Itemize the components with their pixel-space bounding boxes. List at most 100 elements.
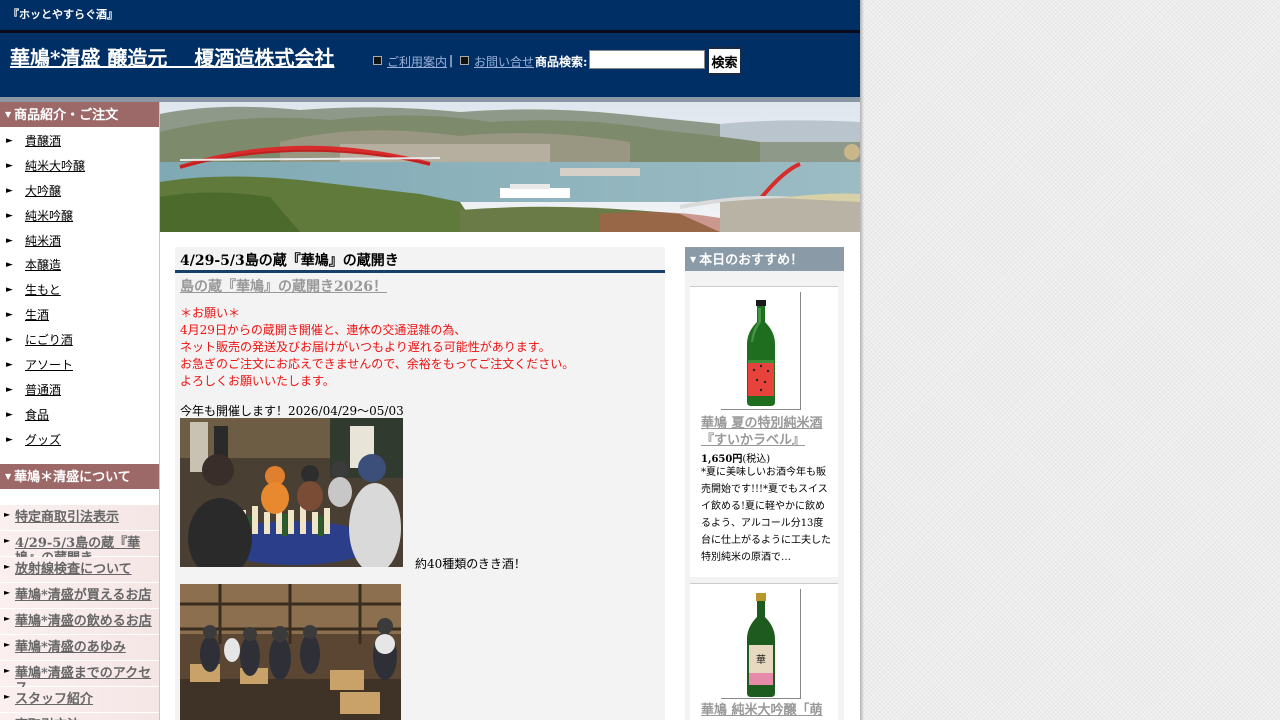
product-category-link[interactable]: 本醸造 — [25, 256, 61, 274]
arrow-right-icon: ► — [6, 409, 13, 420]
arrow-right-icon: ► — [4, 640, 11, 649]
arrow-right-icon: ► — [6, 260, 13, 271]
product-category-link[interactable]: 純米吟醸 — [25, 207, 73, 225]
product-category-item: ► にごり酒 — [0, 331, 159, 356]
contact-link[interactable]: お問い合せ — [460, 53, 534, 70]
product-category-item: ► 貴醸酒 — [0, 132, 159, 157]
product-category-item: ► アソート — [0, 356, 159, 381]
product-category-link[interactable]: 普通酒 — [25, 381, 61, 399]
about-link[interactable]: 華鳩*清盛のあゆみ — [15, 640, 158, 655]
arrow-right-icon: ► — [6, 434, 13, 445]
product-category-link[interactable]: グッズ — [25, 431, 61, 449]
tasting-caption: 約40種類のきき酒！ — [415, 557, 526, 571]
arrow-right-icon: ► — [6, 160, 13, 171]
notice-line: ネット販売の発送及びお届けがいつもより遅れる可能性があります。 — [180, 340, 551, 354]
product-category-link[interactable]: 生もと — [25, 281, 61, 299]
arrow-right-icon: ► — [6, 235, 13, 246]
product-category-item: ► グッズ — [0, 431, 159, 456]
arrow-right-icon: ► — [4, 666, 11, 675]
recommend-card: 華鳩 夏の特別純米酒『すいかラベル』 1,650円(税込) *夏に美味しいお酒今… — [690, 286, 838, 577]
products-heading-label: 商品紹介・ご注文 — [14, 108, 119, 123]
about-item: ► 華鳩*清盛が買えるお店 — [0, 583, 159, 609]
arrow-right-icon: ► — [6, 310, 13, 321]
header: 華鳩*清盛 醸造元 榎酒造株式会社 ご利用案内 | お問い合せ 商品検索: 検索 — [0, 33, 860, 97]
about-link[interactable]: 華鳩*清盛の飲めるお店 — [15, 614, 158, 629]
arrow-right-icon: ► — [6, 136, 13, 146]
product-category-item: ► 純米大吟醸 — [0, 157, 159, 182]
brewery-photo — [180, 584, 401, 720]
tagline: 『ホッとやすらぐ酒』 — [8, 8, 118, 21]
guide-link[interactable]: ご利用案内 — [373, 53, 447, 70]
contact-link-label: お問い合せ — [474, 55, 535, 69]
product-category-item: ► 純米酒 — [0, 232, 159, 257]
about-item: ► スタッフ紹介 — [0, 687, 159, 713]
contact-bullet-icon — [460, 56, 469, 65]
notice-line: ＊お願い＊ — [180, 306, 241, 320]
arrow-right-icon: ► — [4, 692, 11, 701]
notice-line: よろしくお願いいたします。 — [180, 374, 335, 388]
search-input[interactable] — [589, 50, 705, 69]
product-list: ► 貴醸酒 ► 純米大吟醸 ► 大吟醸 ► 純米吟醸 ► 純米酒 ► 本醸造 ► 生もと ► 生酒 ► にごり酒 ►… — [0, 132, 159, 456]
triangle-down-icon: ▼ — [690, 254, 697, 264]
product-category-link[interactable]: 食品 — [25, 406, 49, 424]
banner-image — [160, 102, 860, 232]
triangle-down-icon: ▼ — [5, 471, 12, 481]
notice-line: 4月29日からの蔵開き開催と、連休の交通混雑の為、 — [180, 323, 467, 337]
tasting-photo — [180, 418, 403, 567]
arrow-right-icon: ► — [4, 614, 11, 623]
product-category-link[interactable]: 貴醸酒 — [25, 132, 61, 150]
recommend-heading: ▼ 本日のおすすめ！ — [685, 247, 844, 271]
arrow-right-icon: ► — [4, 588, 11, 597]
about-item: ► 特定商取引法表示 — [0, 505, 159, 531]
product-image-link[interactable]: 華 — [721, 589, 801, 699]
arrow-right-icon: ► — [4, 536, 11, 545]
product-category-item: ► 食品 — [0, 406, 159, 431]
guide-link-label: ご利用案内 — [387, 55, 448, 69]
article-title-rule — [175, 270, 665, 273]
product-category-link[interactable]: 大吟醸 — [25, 182, 61, 200]
search-label: 商品検索: — [535, 55, 588, 69]
product-description: *夏に美味しいお酒今年も販売開始です!!!*夏でもスイスイ飲める!夏に軽やかに飲… — [701, 467, 831, 563]
search-button[interactable]: 検索 — [707, 47, 742, 75]
arrow-right-icon: ► — [6, 360, 13, 371]
recommend-card: 華 華鳩 純米大吟醸「萌え — [690, 583, 838, 720]
site-title-link[interactable]: 華鳩*清盛 醸造元 榎酒造株式会社 — [10, 42, 334, 71]
page: 『ホッとやすらぐ酒』 華鳩*清盛 醸造元 榎酒造株式会社 ご利用案内 | お問い… — [0, 0, 860, 720]
recommend-heading-label: 本日のおすすめ！ — [699, 253, 804, 268]
article: 4/29-5/3島の蔵『華鳩』の蔵開き 島の蔵『華鳩』の蔵開き2026！ ＊お願… — [175, 247, 665, 720]
product-name-link[interactable]: 華鳩 夏の特別純米酒『すいかラベル』 — [701, 415, 831, 449]
header-separator: | — [449, 53, 454, 67]
about-item: ► 華鳩*清盛の飲めるお店 — [0, 609, 159, 635]
top-strip: 『ホッとやすらぐ酒』 — [0, 0, 860, 30]
about-item: ►華鳩*清盛までのアクセス — [0, 661, 159, 696]
product-category-link[interactable]: 純米酒 — [25, 232, 61, 250]
product-category-link[interactable]: アソート — [25, 356, 73, 374]
product-category-link[interactable]: にごり酒 — [25, 331, 73, 349]
notice: ＊お願い＊ 4月29日からの蔵開き開催と、連休の交通混雑の為、 ネット販売の発送… — [180, 305, 574, 390]
main-content: 4/29-5/3島の蔵『華鳩』の蔵開き 島の蔵『華鳩』の蔵開き2026！ ＊お願… — [160, 232, 860, 720]
about-link[interactable]: 華鳩*清盛が買えるお店 — [15, 588, 158, 603]
article-subtitle-link[interactable]: 島の蔵『華鳩』の蔵開き2026！ — [180, 276, 387, 296]
arrow-right-icon: ► — [4, 562, 11, 571]
product-category-item: ► 普通酒 — [0, 381, 159, 406]
arrow-right-icon: ► — [6, 285, 13, 296]
about-link[interactable]: スタッフ紹介 — [15, 692, 158, 707]
about-link[interactable]: 特定商取引法表示 — [15, 510, 158, 525]
product-category-link[interactable]: 生酒 — [25, 306, 49, 324]
product-category-item: ► 純米吟醸 — [0, 207, 159, 232]
triangle-down-icon: ▼ — [5, 109, 12, 119]
product-category-link[interactable]: 純米大吟醸 — [25, 157, 85, 175]
arrow-right-icon: ► — [6, 335, 13, 346]
about-list: ►特定商取引法表示►4/29-5/3島の蔵『華鳩』の蔵開き►放射線検査について►… — [0, 505, 159, 720]
about-item: ►商取引方法 — [0, 713, 159, 720]
product-name-link[interactable]: 華鳩 純米大吟醸「萌え — [701, 702, 831, 720]
about-item: ►4/29-5/3島の蔵『華鳩』の蔵開き — [0, 531, 159, 566]
about-link[interactable]: 放射線検査について — [15, 562, 158, 577]
recommend-panel: ▼ 本日のおすすめ！ 華鳩 夏の特別純米酒『すいかラベル』 1,650円(税込) … — [685, 247, 844, 720]
about-item: ► 華鳩*清盛のあゆみ — [0, 635, 159, 661]
product-image-link[interactable] — [721, 292, 801, 410]
product-price: 1,650円(税込) — [701, 450, 770, 465]
about-heading: ▼ 華鳩＊清盛について — [0, 464, 159, 489]
products-heading: ▼ 商品紹介・ご注文 — [0, 102, 159, 127]
svg-text:華: 華 — [756, 654, 766, 666]
